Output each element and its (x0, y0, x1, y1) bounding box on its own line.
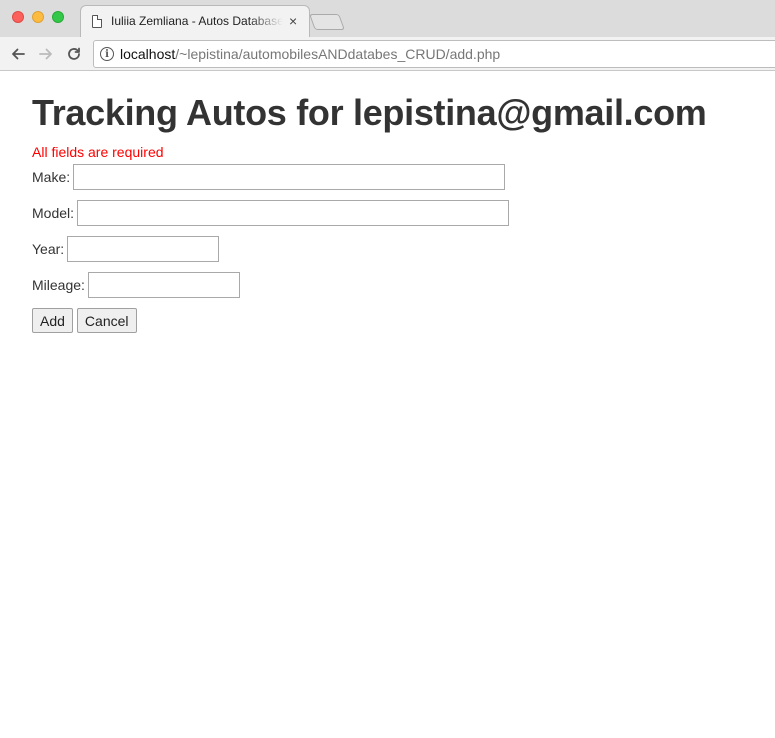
tab-strip: Iuliia Zemliana - Autos Database × (0, 0, 775, 37)
close-tab-icon[interactable]: × (289, 14, 297, 28)
page-content: Tracking Autos for lepistina@gmail.com A… (32, 72, 772, 333)
active-tab-content[interactable]: Iuliia Zemliana - Autos Database × (86, 5, 304, 37)
url-text[interactable]: localhost/~lepistina/automobilesANDdatab… (120, 46, 500, 62)
year-input[interactable] (67, 236, 220, 262)
error-message: All fields are required (32, 144, 164, 160)
add-auto-form: Make: Model: Year: Mileage: Add Cancel (32, 164, 772, 333)
add-button[interactable]: Add (32, 308, 73, 333)
new-tab-button[interactable] (309, 14, 345, 30)
url-path: /~lepistina/automobilesANDdatabes_CRUD/a… (175, 46, 501, 62)
model-label: Model: (32, 205, 75, 221)
model-input[interactable] (77, 200, 510, 226)
page-title: Tracking Autos for lepistina@gmail.com (32, 92, 707, 133)
make-input[interactable] (73, 164, 506, 190)
mileage-input[interactable] (87, 272, 240, 298)
make-label: Make: (32, 169, 71, 185)
mileage-label: Mileage: (32, 277, 85, 293)
year-label: Year: (32, 241, 65, 257)
model-row: Model: (32, 200, 772, 226)
info-icon[interactable]: i (100, 47, 114, 61)
tab-title: Iuliia Zemliana - Autos Database (111, 14, 283, 28)
make-row: Make: (32, 164, 772, 190)
browser-toolbar: i localhost/~lepistina/automobilesANDdat… (0, 37, 775, 71)
cancel-button[interactable]: Cancel (76, 308, 137, 333)
reload-icon (68, 47, 80, 60)
forward-button[interactable] (34, 42, 58, 66)
document-icon (92, 14, 102, 28)
minimize-window-button[interactable] (32, 11, 44, 23)
button-row: Add Cancel (32, 308, 772, 333)
year-row: Year: (32, 236, 772, 262)
maximize-window-button[interactable] (52, 11, 64, 23)
url-host: localhost (120, 46, 176, 62)
arrow-right-icon (39, 48, 52, 60)
mileage-row: Mileage: (32, 272, 772, 298)
address-bar[interactable]: i localhost/~lepistina/automobilesANDdat… (93, 40, 775, 68)
reload-button[interactable] (62, 42, 86, 66)
back-button[interactable] (6, 42, 30, 66)
arrow-left-icon (12, 48, 25, 60)
close-window-button[interactable] (12, 11, 24, 23)
